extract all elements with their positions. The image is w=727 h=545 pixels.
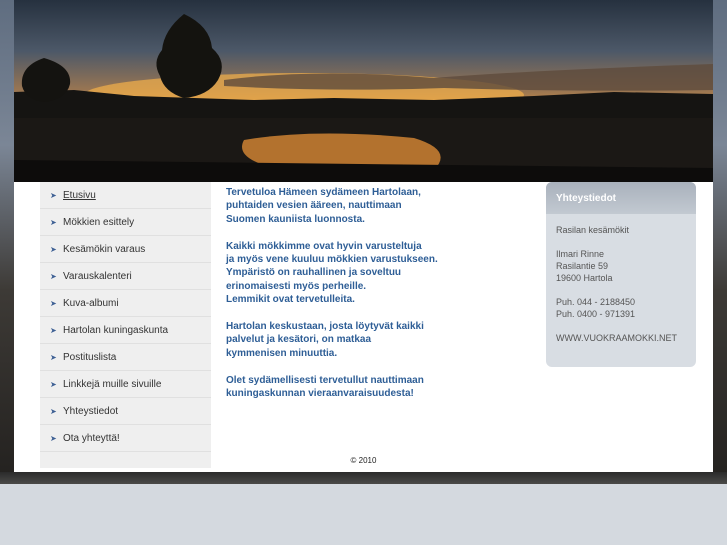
nav-item-label: Varauskalenteri	[63, 270, 132, 282]
street-address: Rasilantie 59	[556, 261, 609, 271]
welcome-paragraph: Tervetuloa Hämeen sydämeen Hartolaan, pu…	[226, 186, 546, 226]
text-line: Olet sydämellisesti tervetullut nauttima…	[226, 374, 424, 386]
company-name: Rasilan kesämökit	[556, 225, 630, 235]
sidebar-navigation: ➤ Etusivu ➤ Mökkien esittely ➤ Kesämökin…	[40, 182, 211, 468]
nav-item-label: Mökkien esittely	[63, 216, 135, 228]
text-line: Hartolan keskustaan, josta löytyvät kaik…	[226, 321, 424, 333]
text-line: kymmenisen minuuttia.	[226, 347, 338, 359]
nav-item-label: Kesämökin varaus	[63, 243, 146, 255]
nav-item-mokkien-esittely[interactable]: ➤ Mökkien esittely	[40, 209, 211, 236]
welcome-content: Tervetuloa Hämeen sydämeen Hartolaan, pu…	[226, 186, 546, 414]
arrow-right-icon: ➤	[50, 190, 57, 200]
header-banner-sunset-lake	[14, 0, 713, 182]
nav-item-linkkeja[interactable]: ➤ Linkkejä muille sivuille	[40, 371, 211, 398]
nav-item-label: Hartolan kuningaskunta	[63, 324, 169, 336]
text-line: Tervetuloa Hämeen sydämeen Hartolaan,	[226, 187, 421, 198]
footer-copyright: © 2010	[350, 456, 377, 465]
arrow-right-icon: ➤	[50, 217, 57, 227]
text-line: Ympäristö on rauhallinen ja soveltuu	[226, 267, 402, 279]
text-line: palvelut ja kesätori, on matkaa	[226, 334, 372, 346]
invitation-paragraph: Olet sydämellisesti tervetullut nauttima…	[226, 374, 546, 401]
nav-item-kesamokin-varaus[interactable]: ➤ Kesämökin varaus	[40, 236, 211, 263]
text-line: Lemmikit ovat tervetulleita.	[226, 294, 355, 306]
nav-item-label: Yhteystiedot	[63, 405, 119, 417]
nav-item-hartolan-kuningaskunta[interactable]: ➤ Hartolan kuningaskunta	[40, 317, 211, 344]
banner-landscape-illustration	[14, 14, 713, 182]
text-line: kuningaskunnan vieraanvaraisuudesta!	[226, 388, 414, 400]
contact-person: Ilmari Rinne	[556, 249, 605, 259]
cottages-paragraph: Kaikki mökkimme ovat hyvin varusteltuja …	[226, 240, 546, 307]
text-line: erinomaisesti myös perheille.	[226, 280, 367, 292]
contact-box-body: Rasilan kesämökit Ilmari Rinne Rasilanti…	[546, 214, 696, 344]
nav-item-ota-yhteytta[interactable]: ➤ Ota yhteyttä!	[40, 425, 211, 452]
phone-number: Puh. 0400 - 971391	[556, 309, 636, 319]
arrow-right-icon: ➤	[50, 406, 57, 416]
contact-box-title: Yhteystiedot	[546, 182, 696, 214]
nav-item-label: Kuva-albumi	[63, 297, 119, 309]
text-line: Suomen kauniista luonnosta.	[226, 213, 365, 225]
arrow-right-icon: ➤	[50, 271, 57, 281]
nav-list: ➤ Etusivu ➤ Mökkien esittely ➤ Kesämökin…	[40, 182, 211, 452]
bottom-photo-strip	[0, 472, 727, 484]
text-line: puhtaiden vesien ääreen, nauttimaan	[226, 200, 402, 212]
website-address: WWW.VUOKRAAMOKKI.NET	[556, 333, 678, 343]
page-container: ➤ Etusivu ➤ Mökkien esittely ➤ Kesämökin…	[14, 0, 713, 472]
nav-item-label: Linkkejä muille sivuille	[63, 378, 162, 390]
nav-item-kuva-albumi[interactable]: ➤ Kuva-albumi	[40, 290, 211, 317]
contact-info-box: Yhteystiedot Rasilan kesämökit Ilmari Ri…	[546, 182, 696, 367]
nav-item-label: Etusivu	[63, 189, 96, 201]
nav-item-yhteystiedot[interactable]: ➤ Yhteystiedot	[40, 398, 211, 425]
nav-item-varauskalenteri[interactable]: ➤ Varauskalenteri	[40, 263, 211, 290]
nav-item-etusivu[interactable]: ➤ Etusivu	[40, 182, 211, 209]
arrow-right-icon: ➤	[50, 433, 57, 443]
arrow-right-icon: ➤	[50, 298, 57, 308]
text-line: Kaikki mökkimme ovat hyvin varusteltuja	[226, 240, 422, 252]
postal-city: 19600 Hartola	[556, 273, 613, 283]
phone-number: Puh. 044 - 2188450	[556, 297, 636, 307]
arrow-right-icon: ➤	[50, 352, 57, 362]
arrow-right-icon: ➤	[50, 244, 57, 254]
nav-item-postituslista[interactable]: ➤ Postituslista	[40, 344, 211, 371]
location-paragraph: Hartolan keskustaan, josta löytyvät kaik…	[226, 320, 546, 360]
arrow-right-icon: ➤	[50, 379, 57, 389]
nav-item-label: Postituslista	[63, 351, 117, 363]
arrow-right-icon: ➤	[50, 325, 57, 335]
text-line: ja myös vene kuuluu mökkien varustukseen…	[226, 254, 438, 266]
nav-item-label: Ota yhteyttä!	[63, 432, 120, 444]
